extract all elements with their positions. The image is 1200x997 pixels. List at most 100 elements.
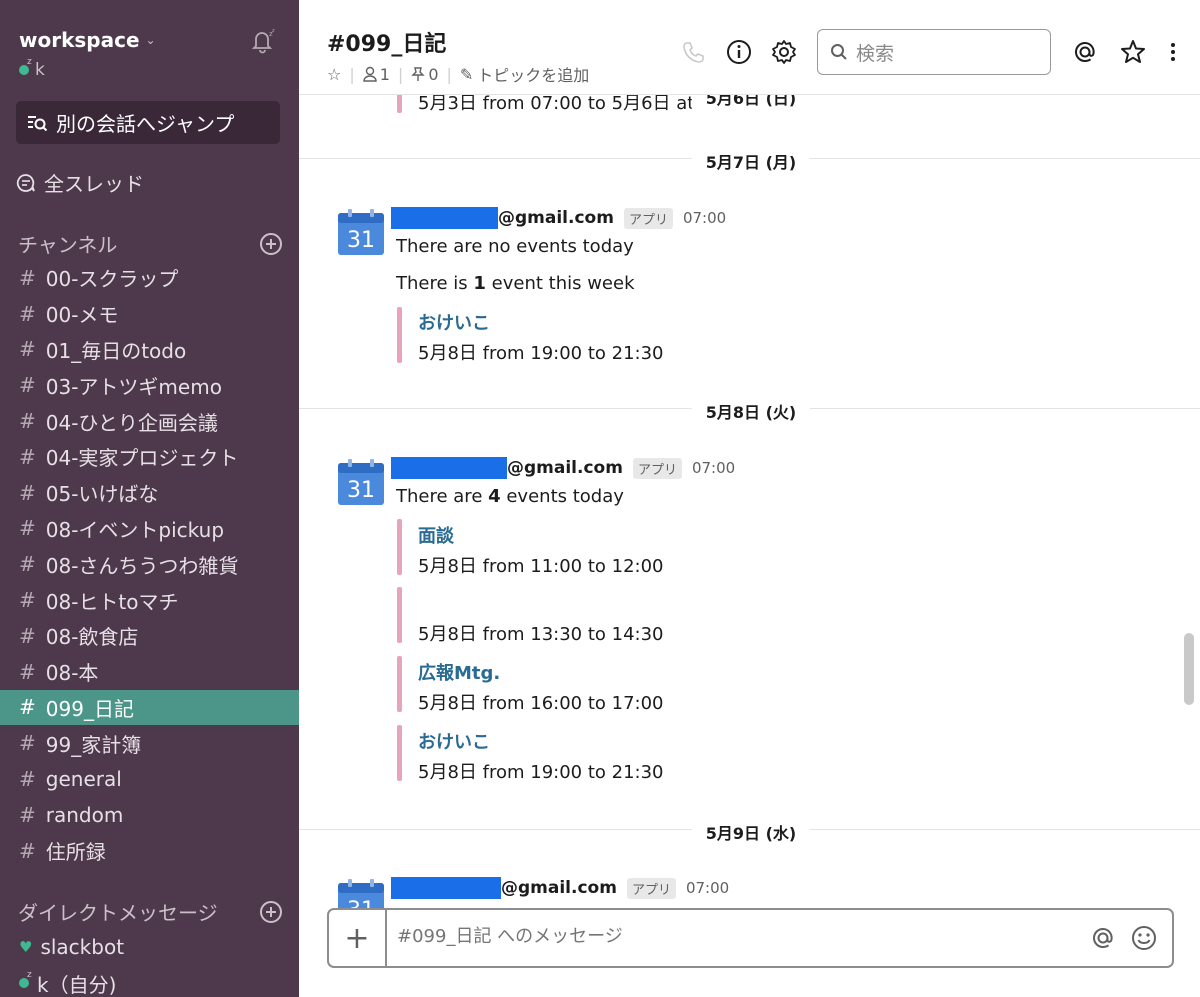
sidebar-channel-item[interactable]: #08-イベントpickup: [0, 511, 299, 547]
notification-bell-icon[interactable]: z z: [250, 28, 276, 54]
jump-label: 別の会話へジャンプ: [56, 112, 235, 136]
channels-header[interactable]: チャンネル: [18, 229, 282, 258]
sender-email-domain[interactable]: @gmail.com: [507, 458, 623, 478]
channel-label: 08-さんちうつわ雑貨: [45, 553, 239, 578]
dm-item-self[interactable]: k（自分): [0, 965, 299, 997]
hash-icon: #: [19, 265, 36, 290]
event-attachment-bar: [397, 656, 402, 712]
sidebar-channel-item[interactable]: #099_日記: [0, 689, 299, 726]
meta-divider: |: [446, 64, 452, 84]
day-divider-label[interactable]: 5月6日 (日): [691, 95, 811, 109]
dm-label: k（自分): [37, 972, 117, 997]
event-title[interactable]: 広報Mtg.: [418, 659, 500, 685]
google-calendar-icon[interactable]: 31: [337, 877, 385, 910]
channel-label: 08-本: [45, 661, 99, 686]
channel-list: #00-スクラップ #00-メモ #01_毎日のtodo #03-アトツギmemo #0…: [0, 260, 299, 869]
starred-items-icon[interactable]: [1119, 38, 1147, 66]
event-title[interactable]: おけいこ: [418, 728, 490, 754]
day-divider-label[interactable]: 5月9日 (水): [691, 820, 811, 844]
gear-icon[interactable]: [770, 38, 798, 66]
event-count: 1: [473, 273, 486, 294]
message-time[interactable]: 07:00: [686, 879, 729, 897]
hash-icon: #: [19, 480, 36, 505]
channel-label: 04-ひとり企画会議: [45, 410, 218, 435]
phone-icon[interactable]: [679, 38, 707, 66]
day-divider-label[interactable]: 5月7日 (月): [691, 149, 811, 173]
sidebar-channel-item[interactable]: # general: [0, 761, 299, 797]
channel-label: 08-イベントpickup: [45, 517, 225, 542]
add-channel-icon[interactable]: [260, 232, 282, 255]
dm-header[interactable]: ダイレクトメッセージ: [18, 897, 282, 926]
sender-email-domain[interactable]: @gmail.com: [498, 208, 614, 228]
text-prefix: There are: [396, 486, 489, 507]
app-badge: アプリ: [626, 877, 676, 899]
search-placeholder: 検索: [856, 42, 895, 65]
attach-button[interactable]: +: [329, 910, 387, 966]
hash-icon: #: [19, 373, 36, 398]
sidebar-channel-item[interactable]: #08-本: [0, 654, 299, 690]
info-icon[interactable]: [725, 38, 753, 66]
sidebar-channel-item[interactable]: #01_毎日のtodo: [0, 332, 299, 368]
app-badge: アプリ: [632, 457, 682, 479]
hash-icon: #: [19, 767, 36, 792]
jump-to-button[interactable]: 別の会話へジャンプ: [16, 101, 280, 144]
scrollbar-thumb[interactable]: [1184, 633, 1194, 705]
google-calendar-icon[interactable]: 31: [337, 457, 385, 505]
google-calendar-icon[interactable]: 31: [337, 207, 385, 255]
dm-item-slackbot[interactable]: ♥ slackbot: [0, 929, 299, 965]
redacted-email: [391, 877, 501, 899]
sender-email-domain[interactable]: @gmail.com: [501, 878, 617, 898]
sidebar-channel-item[interactable]: # 住所録: [0, 833, 299, 869]
day-divider-label[interactable]: 5月8日 (火): [691, 399, 811, 423]
channel-header: #099_日記 ☆ | 1 | 0 | ✎ トピックを追加 検索: [299, 0, 1200, 95]
message-time[interactable]: 07:00: [683, 209, 726, 227]
sidebar-channel-item[interactable]: #04-実家プロジェクト: [0, 439, 299, 475]
message-time[interactable]: 07:00: [692, 459, 735, 477]
hash-icon: #: [19, 409, 36, 434]
channel-label: 00-スクラップ: [45, 267, 179, 292]
search-icon: [831, 44, 847, 60]
sidebar-channel-item[interactable]: #99_家計簿: [0, 725, 299, 761]
user-status-icon: [19, 57, 32, 75]
add-dm-icon[interactable]: [260, 900, 282, 923]
star-icon[interactable]: ☆: [327, 65, 341, 84]
hash-icon: #: [19, 444, 36, 469]
more-options-icon[interactable]: [1161, 38, 1189, 66]
sidebar-channel-item[interactable]: # random: [0, 797, 299, 833]
sidebar-channel-item[interactable]: #05-いけばな: [0, 475, 299, 511]
channel-title: #099_日記: [327, 32, 447, 57]
emoji-icon[interactable]: [1130, 924, 1158, 952]
channel-label: 00-メモ: [45, 303, 119, 328]
sidebar-channel-item[interactable]: #00-メモ: [0, 296, 299, 332]
chevron-down-icon: ⌄: [145, 33, 156, 47]
sidebar-channel-item[interactable]: #03-アトツギmemo: [0, 367, 299, 403]
sidebar-channel-item[interactable]: #00-スクラップ: [0, 260, 299, 296]
message-text: There are no events today: [396, 236, 634, 257]
current-user[interactable]: k: [19, 57, 45, 80]
sidebar-channel-item[interactable]: #08-飲食店: [0, 618, 299, 654]
search-box[interactable]: 検索: [817, 29, 1051, 75]
add-topic-button[interactable]: ✎ トピックを追加: [460, 62, 589, 86]
sidebar-channel-item[interactable]: #08-さんちうつわ雑貨: [0, 546, 299, 582]
event-time: 5月8日 from 11:00 to 12:00: [418, 556, 664, 577]
member-count-button[interactable]: 1: [363, 65, 390, 84]
mention-icon[interactable]: [1089, 924, 1117, 952]
message-input[interactable]: [397, 926, 1077, 947]
pinned-count-button[interactable]: 0: [411, 65, 439, 84]
sidebar-channel-item[interactable]: #08-ヒトtoマチ: [0, 582, 299, 618]
channel-meta: ☆ | 1 | 0 | ✎ トピックを追加: [327, 62, 589, 86]
mentions-icon[interactable]: [1071, 38, 1099, 66]
event-title[interactable]: 面談: [418, 522, 454, 548]
event-time: 5月8日 from 19:00 to 21:30: [418, 762, 664, 783]
sidebar-channel-item[interactable]: #04-ひとり企画会議: [0, 403, 299, 439]
workspace-menu[interactable]: workspace ⌄: [19, 28, 156, 52]
channel-label: 99_家計簿: [45, 732, 142, 757]
all-threads-link[interactable]: 全スレッド: [16, 168, 144, 197]
event-title[interactable]: おけいこ: [418, 309, 490, 335]
text-prefix: There is: [396, 273, 474, 294]
message-header: @gmail.com アプリ 07:00: [391, 207, 726, 229]
event-time: 5月8日 from 13:30 to 14:30: [418, 624, 664, 645]
hash-icon: #: [19, 838, 36, 863]
calendar-day: 31: [347, 478, 375, 503]
meta-divider: |: [349, 64, 355, 84]
